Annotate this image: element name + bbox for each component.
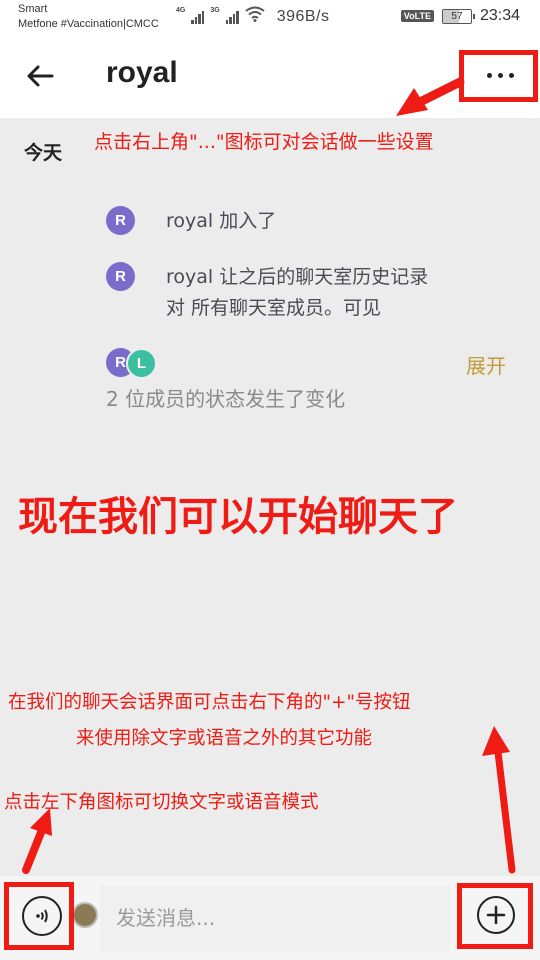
network-rate: 396B/s [276, 7, 330, 25]
back-button[interactable] [22, 58, 58, 94]
avatar: R [106, 206, 135, 235]
message-input[interactable] [100, 885, 450, 951]
annotation-plus-hint-1: 在我们的聊天会话界面可点击右下角的"+"号按钮 [8, 692, 411, 713]
event-text: royal 加入了 [166, 210, 277, 232]
day-separator: 今天 [24, 142, 63, 164]
avatar: R [106, 262, 135, 291]
member-change-avatars: R L [106, 348, 157, 379]
annotation-start-chat: 现在我们可以开始聊天了 [18, 494, 458, 540]
battery-icon: 57 [441, 8, 475, 24]
status-bar: Smart Metfone #Vaccination|CMCC 4G 3G 39… [0, 0, 540, 36]
arrow-left-icon [27, 65, 54, 87]
battery-level: 57 [451, 10, 463, 22]
highlight-box-voice [4, 882, 74, 950]
highlight-box-plus [457, 883, 533, 949]
clock: 23:34 [479, 7, 520, 24]
network-type-1: 4G [176, 6, 186, 14]
composer-bar [0, 876, 540, 960]
carrier-line-1: Smart [18, 3, 48, 15]
network-type-2: 3G [210, 6, 220, 14]
event-join: R royal 加入了 [106, 206, 276, 237]
status-right: VoLTE 57 23:34 [400, 7, 520, 25]
volte-badge: VoLTE [400, 10, 434, 22]
event-text: royal 让之后的聊天室历史记录 对 所有聊天室成员。可见 [166, 262, 428, 324]
event-history-visibility: R royal 让之后的聊天室历史记录 对 所有聊天室成员。可见 [106, 262, 428, 324]
annotation-settings-hint: 点击右上角"..."图标可对会话做一些设置 [94, 131, 434, 153]
avatar: L [126, 348, 157, 379]
network-indicators: 4G 3G 396B/s [176, 6, 330, 27]
carrier-line-2: Metfone #Vaccination|CMCC [18, 18, 159, 30]
chat-timeline: 今天 点击右上角"..."图标可对会话做一些设置 R royal 加入了 R r… [0, 118, 540, 876]
chat-header: royal [0, 36, 540, 118]
member-change-summary: 2 位成员的状态发生了变化 [106, 387, 346, 411]
signal-icon [191, 10, 205, 24]
signal-icon [225, 10, 239, 24]
room-title: royal [106, 56, 178, 89]
annotation-plus-hint-2: 来使用除文字或语音之外的其它功能 [76, 728, 373, 749]
highlight-box-more [459, 50, 538, 102]
event-text-line-2: 对 所有聊天室成员。可见 [166, 297, 382, 319]
wifi-icon [245, 6, 265, 27]
event-text-line-1: royal 让之后的聊天室历史记录 [166, 266, 429, 288]
emoji-icon[interactable] [72, 902, 98, 928]
expand-link[interactable]: 展开 [466, 350, 506, 379]
annotation-voice-hint: 点击左下角图标可切换文字或语音模式 [4, 792, 319, 813]
carrier-info: Smart Metfone #Vaccination|CMCC [18, 2, 159, 32]
